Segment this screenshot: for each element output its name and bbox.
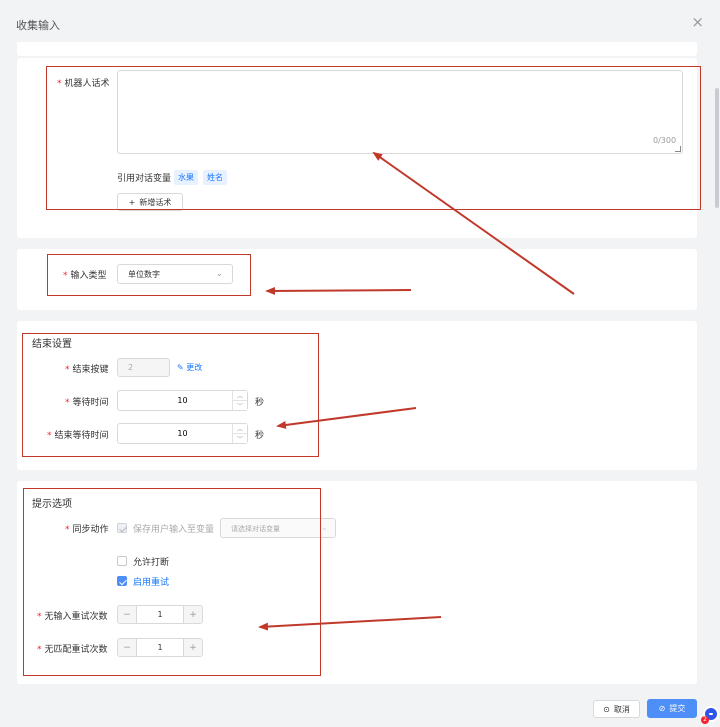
arrow-to-speech <box>372 151 575 295</box>
arrow-to-end-settings <box>276 407 417 429</box>
arrow-to-prompt-options <box>258 616 442 631</box>
annotation-arrows <box>258 151 575 631</box>
arrow-to-input-type <box>265 286 412 295</box>
